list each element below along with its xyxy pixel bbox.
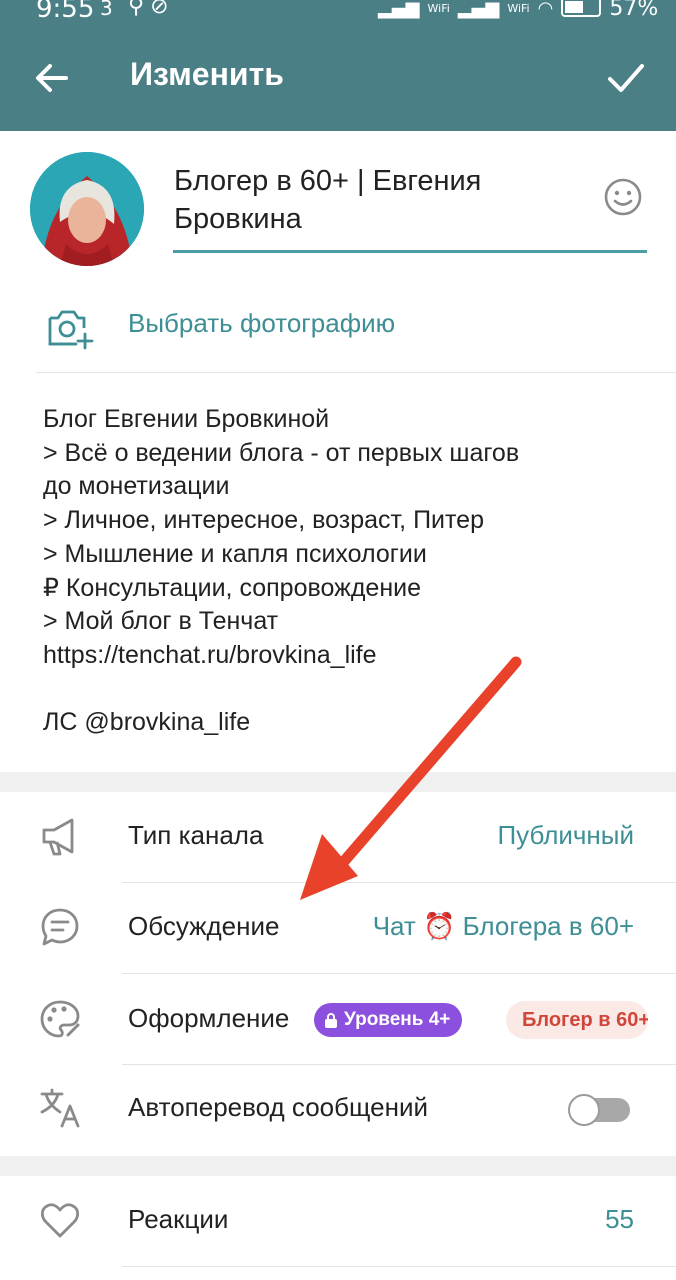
reactions-value: 55 xyxy=(605,1204,634,1234)
avatar-image xyxy=(30,152,144,266)
battery-icon xyxy=(561,0,602,17)
bio-line: ₽ Консультации, сопровождение xyxy=(43,573,421,602)
bio-line: ЛС @brovkina_life xyxy=(43,708,251,737)
reactions-label: Реакции xyxy=(128,1204,229,1234)
channel-type-label: Тип канала xyxy=(128,820,264,850)
channel-type-row[interactable]: Тип канала Публичный xyxy=(0,792,676,882)
wifi-label: WiFi xyxy=(427,2,450,15)
heart-icon xyxy=(40,1203,80,1238)
megaphone-icon xyxy=(42,818,74,856)
autotranslate-toggle[interactable] xyxy=(568,1094,632,1126)
wifi-icon: ◠ xyxy=(537,0,554,19)
channel-type-value: Публичный xyxy=(497,820,634,850)
discussion-value: Чат ⏰ Блогера в 60+ xyxy=(372,911,634,941)
bio-line: > Личное, интересное, возраст, Питер xyxy=(43,506,484,535)
arrow-left-icon[interactable] xyxy=(32,58,72,98)
battery-level: 57% xyxy=(609,0,659,21)
bio-line xyxy=(43,673,643,707)
channel-name-field[interactable]: Блогер в 60+ | Евгения Бровкина xyxy=(174,162,594,238)
level-badge-label: Уровень 4+ xyxy=(344,1009,451,1030)
appearance-chip[interactable]: Блогер в 60+ xyxy=(506,1001,648,1039)
camera-add-icon xyxy=(48,310,94,350)
choose-photo-label: Выбрать фотографию xyxy=(128,308,396,338)
channel-name-line: Бровкина xyxy=(174,203,302,235)
divider xyxy=(122,973,676,974)
notification-icons: ⚲⊘ xyxy=(128,0,175,19)
palette-icon xyxy=(40,1000,80,1038)
app-bar: Изменить xyxy=(0,30,676,131)
chat-bubble-icon xyxy=(41,908,79,946)
autotranslate-label: Автоперевод сообщений xyxy=(128,1092,428,1122)
signal-icon: ▂▄▆ xyxy=(457,0,500,19)
reactions-row[interactable]: Реакции 55 xyxy=(0,1176,676,1266)
signal-icon: ▂▄▆ xyxy=(378,0,420,19)
divider xyxy=(36,372,676,373)
divider xyxy=(122,1266,676,1267)
status-bar: 9:55 3 ⚲⊘ ▂▄▆ WiFi ▂▄▆ WiFi ◠ 57% xyxy=(0,0,676,30)
name-underline xyxy=(173,250,647,253)
section-gap xyxy=(0,1156,676,1176)
wifi-label: WiFi xyxy=(507,2,530,15)
channel-name-line: Блогер в 60+ | Евгения xyxy=(174,165,482,197)
appearance-label: Оформление xyxy=(128,1003,290,1033)
discussion-row[interactable]: Обсуждение Чат ⏰ Блогера в 60+ xyxy=(0,883,676,973)
sim-indicator: 3 xyxy=(100,0,113,20)
lock-icon xyxy=(325,1013,337,1028)
bio-line: до монетизации xyxy=(43,472,230,501)
bio-line: https://tenchat.ru/brovkina_life xyxy=(43,640,377,669)
bio-line: > Мой блог в Тенчат xyxy=(43,607,279,636)
section-gap xyxy=(0,772,676,792)
bio-line: Блог Евгении Бровкиной xyxy=(43,405,330,433)
status-time: 9:55 xyxy=(36,0,95,24)
page-title: Изменить xyxy=(130,56,284,92)
channel-description-field[interactable]: Блог Евгении Бровкиной > Всё о ведении б… xyxy=(43,403,643,740)
bio-line: > Мышление и капля психологии xyxy=(43,539,427,568)
check-icon[interactable] xyxy=(604,58,648,98)
bio-line: > Всё о ведении блога - от первых шагов xyxy=(43,438,520,467)
level-badge: Уровень 4+ xyxy=(314,1003,463,1037)
discussion-label: Обсуждение xyxy=(128,911,280,941)
status-right: ▂▄▆ WiFi ▂▄▆ WiFi ◠ 57% xyxy=(378,0,658,21)
toggle-knob xyxy=(568,1094,600,1126)
translate-icon xyxy=(40,1088,80,1128)
choose-photo-button[interactable]: Выбрать фотографию xyxy=(0,290,676,372)
emoji-icon[interactable] xyxy=(603,177,643,217)
avatar[interactable] xyxy=(30,152,144,266)
